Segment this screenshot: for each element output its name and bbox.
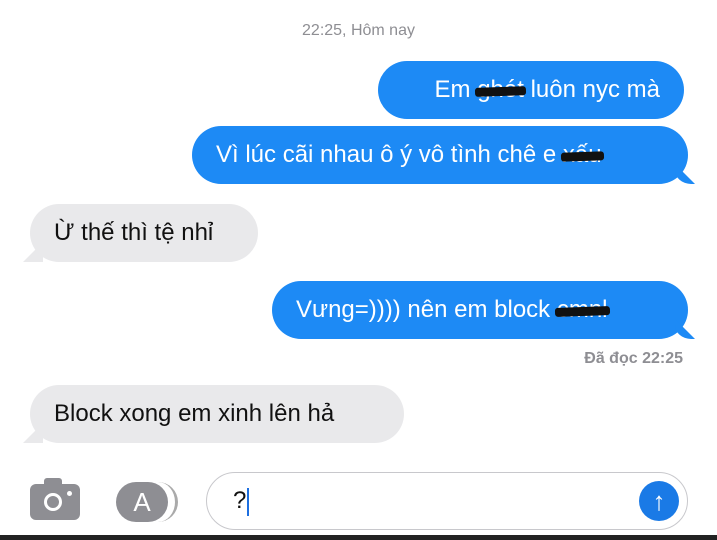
input-value: ? [233,487,247,514]
message-bubble-outgoing[interactable]: Em ghét luôn nyc mà [378,61,684,119]
message-text: Em [434,76,478,103]
camera-icon[interactable] [30,478,80,520]
censored-word: cmnl [557,281,608,339]
message-bubble-outgoing[interactable]: Vì lúc cãi nhau ô ý vô tình chê e xấu [192,126,688,184]
censored-word: xấu [563,126,602,184]
message-text: Vì lúc cãi nhau ô ý vô tình chê e [216,141,563,168]
bottom-edge [0,535,717,540]
message-bubble-outgoing[interactable]: Vưng=)))) nên em block cmnl [272,281,688,339]
message-text: Block xong em xinh lên hả [54,400,335,427]
timestamp: 22:25, Hôm nay [302,22,415,39]
text-caret [247,487,250,516]
message-input[interactable]: ? ↑ [206,472,688,530]
message-bubble-incoming[interactable]: Ừ thế thì tệ nhỉ [30,204,258,262]
message-text: luôn nyc mà [523,76,660,103]
app-store-icon[interactable]: A [116,482,168,522]
read-receipt: Đã đọc 22:25 [584,350,683,367]
message-bubble-incoming[interactable]: Block xong em xinh lên hả [30,385,404,443]
message-text: Ừ thế thì tệ nhỉ [54,219,214,246]
message-text: Vưng=)))) nên em block [296,296,557,323]
censored-word: ghét [477,61,524,119]
send-arrow-up-icon[interactable]: ↑ [639,481,679,521]
